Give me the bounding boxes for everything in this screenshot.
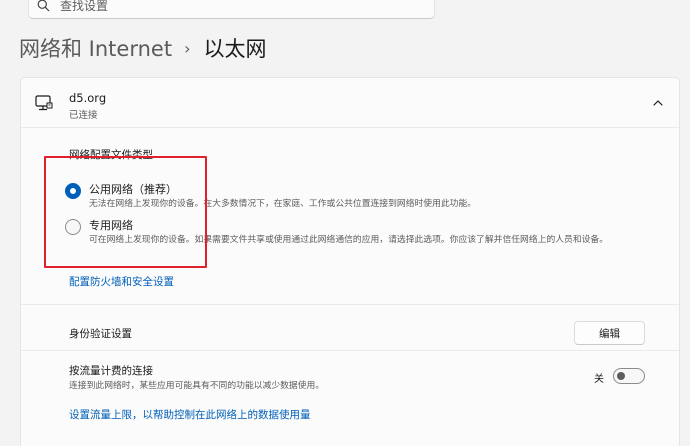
radio-public-description: 无法在网络上发现你的设备。在大多数情况下，在家庭、工作或公共位置连接到网络时使用… (89, 199, 477, 209)
chevron-right-icon: › (184, 38, 191, 58)
firewall-settings-link[interactable]: 配置防火墙和安全设置 (69, 274, 174, 289)
monitor-network-icon (35, 95, 53, 111)
metered-connection-description: 连接到此网络时，某些应用可能具有不同的功能以减少数据使用。 (69, 381, 325, 391)
ethernet-card: d5.org 已连接 网络配置文件类型 公用网络（推荐） 无法在网络上发现你的设… (20, 77, 680, 446)
connection-name: d5.org (69, 91, 107, 105)
edit-button[interactable]: 编辑 (574, 321, 645, 345)
search-box[interactable] (28, 0, 435, 19)
breadcrumb-parent[interactable]: 网络和 Internet (19, 33, 172, 63)
chevron-up-icon (653, 100, 663, 106)
toggle-state-label: 关 (594, 374, 604, 385)
divider (21, 350, 679, 351)
highlight-box (44, 156, 207, 268)
search-icon (37, 0, 50, 12)
connection-status: 已连接 (69, 110, 98, 121)
data-limit-link[interactable]: 设置流量上限，以帮助控制在此网络上的数据使用量 (69, 407, 311, 422)
metered-toggle[interactable] (613, 368, 645, 384)
connection-header[interactable]: d5.org 已连接 (21, 78, 679, 128)
page-title: 以太网 (203, 37, 267, 61)
collapse-button[interactable] (647, 92, 669, 114)
toggle-knob (617, 372, 625, 380)
profile-type-title: 网络配置文件类型 (69, 149, 153, 161)
radio-button-unchecked[interactable] (65, 219, 81, 235)
breadcrumb: 网络和 Internet › 以太网 (19, 33, 266, 63)
radio-button-checked[interactable] (65, 183, 81, 199)
radio-private-label: 专用网络 (89, 219, 133, 232)
metered-connection-label: 按流量计费的连接 (69, 365, 153, 377)
divider (21, 304, 679, 305)
radio-public-label: 公用网络（推荐） (89, 183, 177, 196)
radio-private-network[interactable]: 专用网络 可在网络上发现你的设备。如果需要文件共享或使用通过此网络通信的应用，请… (65, 218, 659, 246)
search-input[interactable] (60, 0, 360, 13)
settings-page: 网络和 Internet › 以太网 d5.org 已连接 网络配置文件类型 (0, 0, 690, 446)
radio-private-description: 可在网络上发现你的设备。如果需要文件共享或使用通过此网络通信的应用，请选择此选项… (89, 235, 609, 245)
radio-public-network[interactable]: 公用网络（推荐） 无法在网络上发现你的设备。在大多数情况下，在家庭、工作或公共位… (65, 182, 659, 210)
auth-settings-label: 身份验证设置 (69, 328, 132, 340)
